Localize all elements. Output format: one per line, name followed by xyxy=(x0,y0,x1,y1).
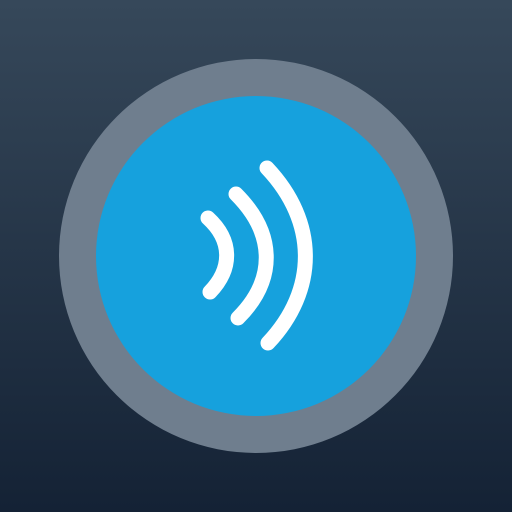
app-icon xyxy=(0,0,512,512)
wave-medium xyxy=(228,186,274,326)
sound-waves-icon xyxy=(200,160,313,351)
wave-small xyxy=(200,210,235,300)
